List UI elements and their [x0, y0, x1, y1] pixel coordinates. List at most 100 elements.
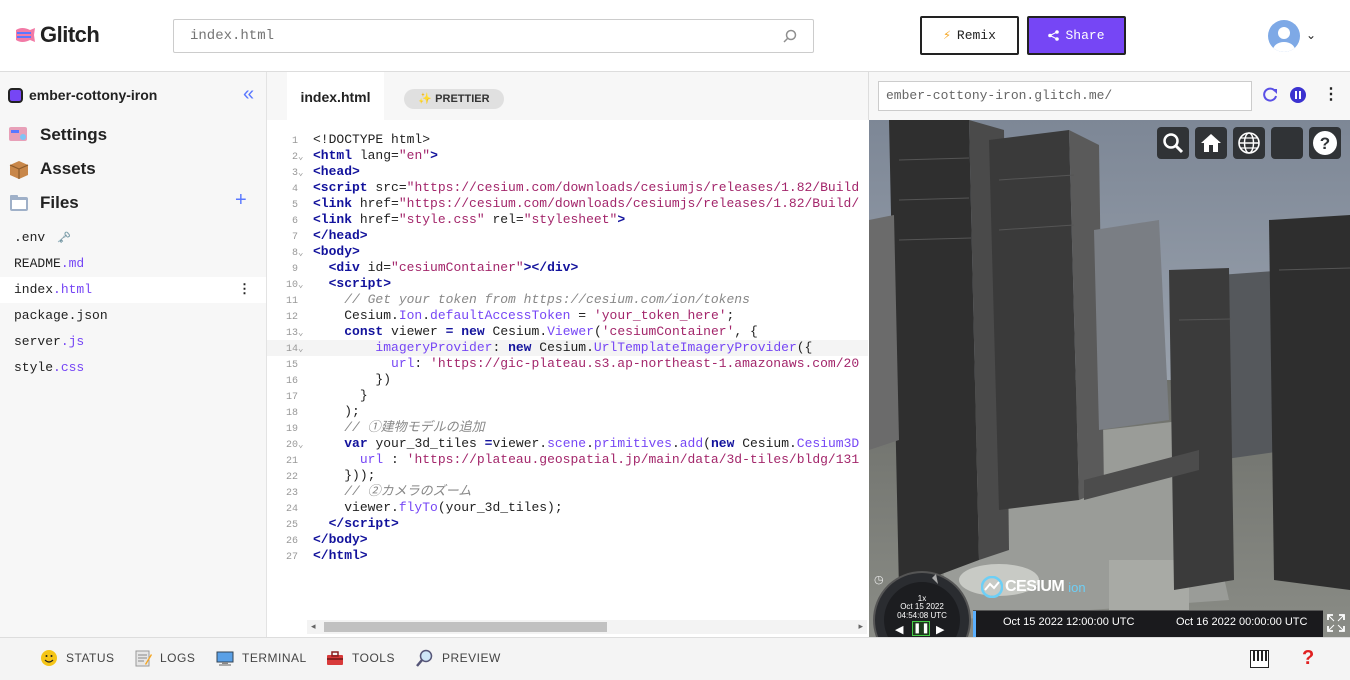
- terminal-label: TERMINAL: [242, 651, 307, 665]
- settings-button[interactable]: Settings: [8, 124, 107, 146]
- remix-button[interactable]: ⚡ Remix: [920, 16, 1019, 55]
- terminal-button[interactable]: TERMINAL: [216, 649, 307, 667]
- file-item[interactable]: style.css: [0, 355, 266, 381]
- file-name: index: [14, 282, 54, 297]
- file-ext: .css: [53, 360, 85, 375]
- clock-time: 04:54:08 UTC: [897, 611, 947, 620]
- fullscreen-icon: [1327, 614, 1345, 632]
- code-line: 4 <script src="https://cesium.com/downloa…: [291, 180, 860, 195]
- share-button[interactable]: Share: [1027, 16, 1126, 55]
- add-file-icon[interactable]: +: [235, 189, 247, 212]
- project-avatar-icon: [8, 87, 23, 103]
- file-ext: .js: [60, 334, 85, 349]
- glitch-fish-icon: [16, 28, 35, 42]
- code-line: 7 </head>: [291, 228, 368, 243]
- base-layer-picker-button[interactable]: [1271, 127, 1303, 159]
- box-icon: [9, 161, 29, 179]
- toolbox-icon: [327, 651, 343, 665]
- refresh-icon[interactable]: [1261, 86, 1279, 104]
- timeline[interactable]: Oct 15 2022 12:00:00 UTC Oct 16 2022 00:…: [973, 610, 1323, 637]
- help-icon[interactable]: ?: [1302, 647, 1314, 670]
- bottom-bar: STATUS LOGS TERMINAL TOOLS PREVIEW ?: [0, 637, 1350, 680]
- scene-mode-button[interactable]: [1233, 127, 1265, 159]
- status-button[interactable]: STATUS: [40, 649, 115, 667]
- code-line: 19 // ①建物モデルの追加: [285, 420, 485, 435]
- pause-icon[interactable]: [1289, 86, 1307, 104]
- chevron-down-icon[interactable]: ⌄: [1306, 28, 1316, 42]
- assets-button[interactable]: Assets: [8, 158, 96, 180]
- preview-url[interactable]: ember-cottony-iron.glitch.me/: [878, 81, 1252, 111]
- sidebar: ember-cottony-iron « Settings Assets Fil…: [0, 72, 267, 637]
- notepad-icon: [135, 650, 152, 667]
- code-editor[interactable]: 1 <!DOCTYPE html> 2⌄ <html lang="en"> 3⌄ <h…: [267, 120, 868, 620]
- code-line: 15 url: 'https://gic-plateau.s3.ap-north…: [285, 356, 860, 371]
- code-line: 11 // Get your token from https://cesium…: [285, 292, 750, 307]
- timeline-label-end: Oct 16 2022 00:00:00 UTC: [1176, 616, 1308, 628]
- file-item[interactable]: package.json: [0, 303, 266, 329]
- scrollbar-thumb[interactable]: [324, 622, 607, 632]
- search-input[interactable]: [190, 28, 783, 44]
- horizontal-scrollbar[interactable]: ◂ ▸: [307, 620, 867, 634]
- scroll-right-icon[interactable]: ▸: [858, 621, 863, 632]
- code-line: 18 );: [285, 404, 360, 419]
- search-icon: [783, 29, 797, 43]
- smiley-icon: [41, 650, 57, 666]
- code-line: 12 Cesium.Ion.defaultAccessToken = 'your…: [285, 308, 735, 323]
- cesium-ion-logo[interactable]: CESIUM ion: [981, 576, 1086, 598]
- file-item[interactable]: .env 🗝️: [0, 225, 266, 251]
- logs-button[interactable]: LOGS: [134, 649, 195, 667]
- collapse-sidebar-icon[interactable]: «: [243, 83, 254, 106]
- file-item-active[interactable]: index.html ⋮: [0, 277, 266, 303]
- file-name: .env: [14, 230, 46, 245]
- tools-button[interactable]: TOOLS: [326, 649, 395, 667]
- code-line: 22 }));: [285, 468, 376, 483]
- code-line: 10⌄ <script>: [285, 276, 392, 291]
- avatar[interactable]: [1268, 20, 1300, 52]
- prettier-button[interactable]: ✨ PRETTIER: [404, 89, 504, 109]
- more-options-icon[interactable]: ⋮: [1323, 84, 1339, 104]
- tab-index-html[interactable]: index.html: [287, 72, 384, 120]
- glitch-logo[interactable]: Glitch: [14, 22, 100, 48]
- help-button[interactable]: ?: [1309, 127, 1341, 159]
- keyboard-shortcuts-icon[interactable]: [1250, 650, 1269, 668]
- more-options-icon[interactable]: ⋮: [238, 277, 251, 303]
- scroll-left-icon[interactable]: ◂: [311, 621, 316, 632]
- code-line: 3⌄ <head>: [291, 164, 360, 179]
- cesium-viewer[interactable]: ? CESIUM ion ◷ 1x Oct 15 2022 04:54:08 UT…: [869, 120, 1350, 637]
- animation-widget[interactable]: ◷ 1x Oct 15 2022 04:54:08 UTC ◀ ❚❚ ▶: [872, 570, 972, 637]
- files-icon: [10, 195, 28, 211]
- reverse-icon[interactable]: ◀: [895, 623, 903, 636]
- code-line: 5 <link href="https://cesium.com/download…: [291, 196, 860, 211]
- code-line: 1 <!DOCTYPE html>: [291, 132, 431, 147]
- file-name: style: [14, 360, 54, 375]
- file-name: server: [14, 334, 61, 349]
- file-search[interactable]: [173, 19, 814, 53]
- code-line: 25 </script>: [285, 516, 399, 531]
- top-bar: Glitch ⚡ Remix Share ⌄: [0, 0, 1350, 72]
- magnifier-icon: [416, 649, 433, 667]
- file-item[interactable]: README.md: [0, 251, 266, 277]
- home-icon: [1201, 134, 1221, 152]
- tools-label: TOOLS: [352, 651, 395, 665]
- file-ext: .md: [60, 256, 85, 271]
- fullscreen-button[interactable]: [1325, 612, 1347, 634]
- share-label: Share: [1065, 28, 1105, 43]
- geocoder-search-button[interactable]: [1157, 127, 1189, 159]
- file-ext: .html: [53, 282, 93, 297]
- play-icon[interactable]: ▶: [936, 623, 944, 636]
- code-line: 9 <div id="cesiumContainer"></div>: [291, 260, 579, 275]
- timeline-marker[interactable]: [973, 611, 976, 637]
- pause-icon[interactable]: ❚❚: [912, 621, 930, 636]
- code-line: 8⌄ <body>: [291, 244, 360, 259]
- cesium-logo-ion: ion: [1068, 579, 1086, 595]
- preview-label: PREVIEW: [442, 651, 501, 665]
- preview-toolbar: ember-cottony-iron.glitch.me/ ⋮: [868, 72, 1350, 120]
- key-icon: 🗝️: [57, 233, 71, 245]
- project-name-button[interactable]: ember-cottony-iron: [8, 87, 157, 103]
- files-button[interactable]: Files: [8, 192, 79, 214]
- file-item[interactable]: server.js: [0, 329, 266, 355]
- status-label: STATUS: [66, 651, 115, 665]
- code-line: 27 </html>: [285, 548, 368, 563]
- preview-button[interactable]: PREVIEW: [416, 649, 501, 667]
- home-button[interactable]: [1195, 127, 1227, 159]
